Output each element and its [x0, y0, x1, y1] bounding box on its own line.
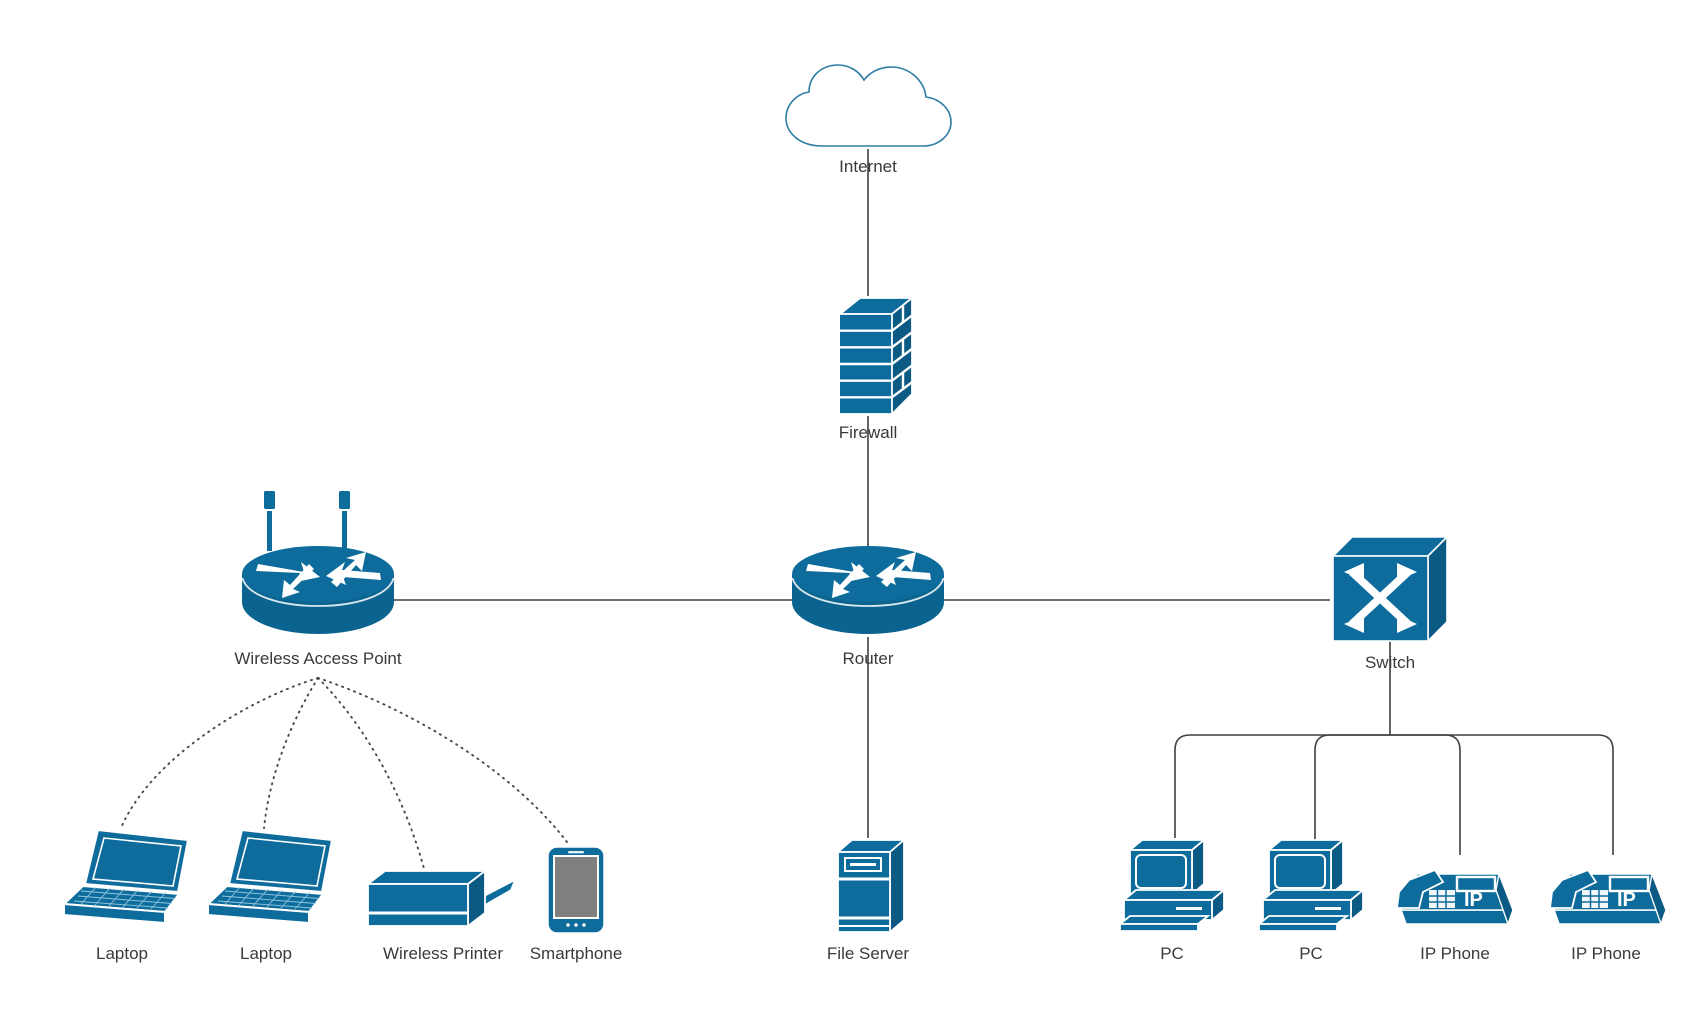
label-file-server: File Server [826, 944, 910, 963]
pc-keyboard-front [1258, 923, 1338, 932]
printer-icon [367, 883, 469, 927]
ip-phone-base [1399, 909, 1515, 925]
node-switch[interactable] [1330, 534, 1450, 646]
server-drive-slot [850, 863, 876, 866]
node-firewall[interactable] [820, 292, 920, 420]
pc-keyboard-front [1119, 923, 1199, 932]
node-wireless-access-point[interactable] [238, 490, 398, 640]
node-pc2[interactable] [1256, 838, 1374, 938]
smartphone-buttons-icon [566, 923, 586, 927]
pc-keyboard [1256, 915, 1350, 925]
label-ip-phone2: IP Phone [1571, 944, 1641, 963]
pc-case-top [1260, 889, 1366, 901]
label-smartphone: Smartphone [529, 944, 623, 963]
link-switch-ipphone2 [1390, 734, 1614, 855]
smartphone-screen [553, 855, 599, 919]
node-ip-phone2[interactable]: IP [1548, 860, 1674, 936]
label-ip-phone1: IP Phone [1420, 944, 1490, 963]
smartphone-earpiece [568, 851, 584, 854]
ip-phone-keypad-icon [1429, 890, 1455, 908]
label-wireless-printer: Wireless Printer [383, 944, 503, 963]
laptop-screen [91, 837, 182, 887]
link-wap-smartphone [317, 677, 571, 847]
node-internet[interactable] [778, 60, 958, 160]
pc-monitor-side [1330, 838, 1344, 896]
node-smartphone[interactable] [546, 845, 606, 937]
label-laptop1: Laptop [96, 944, 148, 963]
pc-case-slot [1176, 907, 1202, 910]
ip-phone-badge-text: IP [1617, 889, 1636, 911]
label-internet: Internet [839, 157, 897, 176]
label-wireless-access-point: Wireless Access Point [234, 649, 402, 668]
server-side-face [889, 838, 905, 934]
label-pc1: PC [1160, 944, 1184, 963]
ip-phone-badge-text: IP [1464, 889, 1483, 911]
switch-side-face [1427, 535, 1448, 643]
ip-phone-keypad-icon [1582, 890, 1608, 908]
node-laptop2[interactable] [196, 826, 336, 932]
label-laptop2: Laptop [240, 944, 292, 963]
pc-monitor-side [1191, 838, 1205, 896]
node-wireless-printer[interactable] [365, 868, 525, 940]
pc-case-top [1121, 889, 1227, 901]
wired-links [390, 149, 1614, 855]
link-wap-laptop1 [120, 677, 319, 829]
pc-case-slot [1315, 907, 1341, 910]
laptop-screen [235, 837, 326, 887]
node-ip-phone1[interactable]: IP [1395, 860, 1521, 936]
label-router: Router [842, 649, 894, 668]
label-firewall: Firewall [838, 423, 898, 442]
link-switch-pc2 [1314, 734, 1390, 843]
link-switch-pc1 [1174, 734, 1390, 838]
printer-top-face [365, 870, 488, 885]
node-file-server[interactable] [835, 838, 907, 938]
cloud-icon [785, 64, 952, 147]
label-switch: Switch [1364, 653, 1416, 672]
pc-keyboard [1117, 915, 1211, 925]
node-pc1[interactable] [1117, 838, 1235, 938]
pc-screen [1274, 854, 1326, 889]
wap-antennas-icon [264, 491, 350, 551]
label-pc2: PC [1299, 944, 1323, 963]
link-switch-ipphone1 [1390, 734, 1461, 855]
node-router[interactable] [788, 540, 948, 640]
node-laptop1[interactable] [52, 826, 192, 932]
link-wap-laptop2 [263, 677, 319, 829]
ip-phone-base [1552, 909, 1668, 925]
pc-screen [1135, 854, 1187, 889]
